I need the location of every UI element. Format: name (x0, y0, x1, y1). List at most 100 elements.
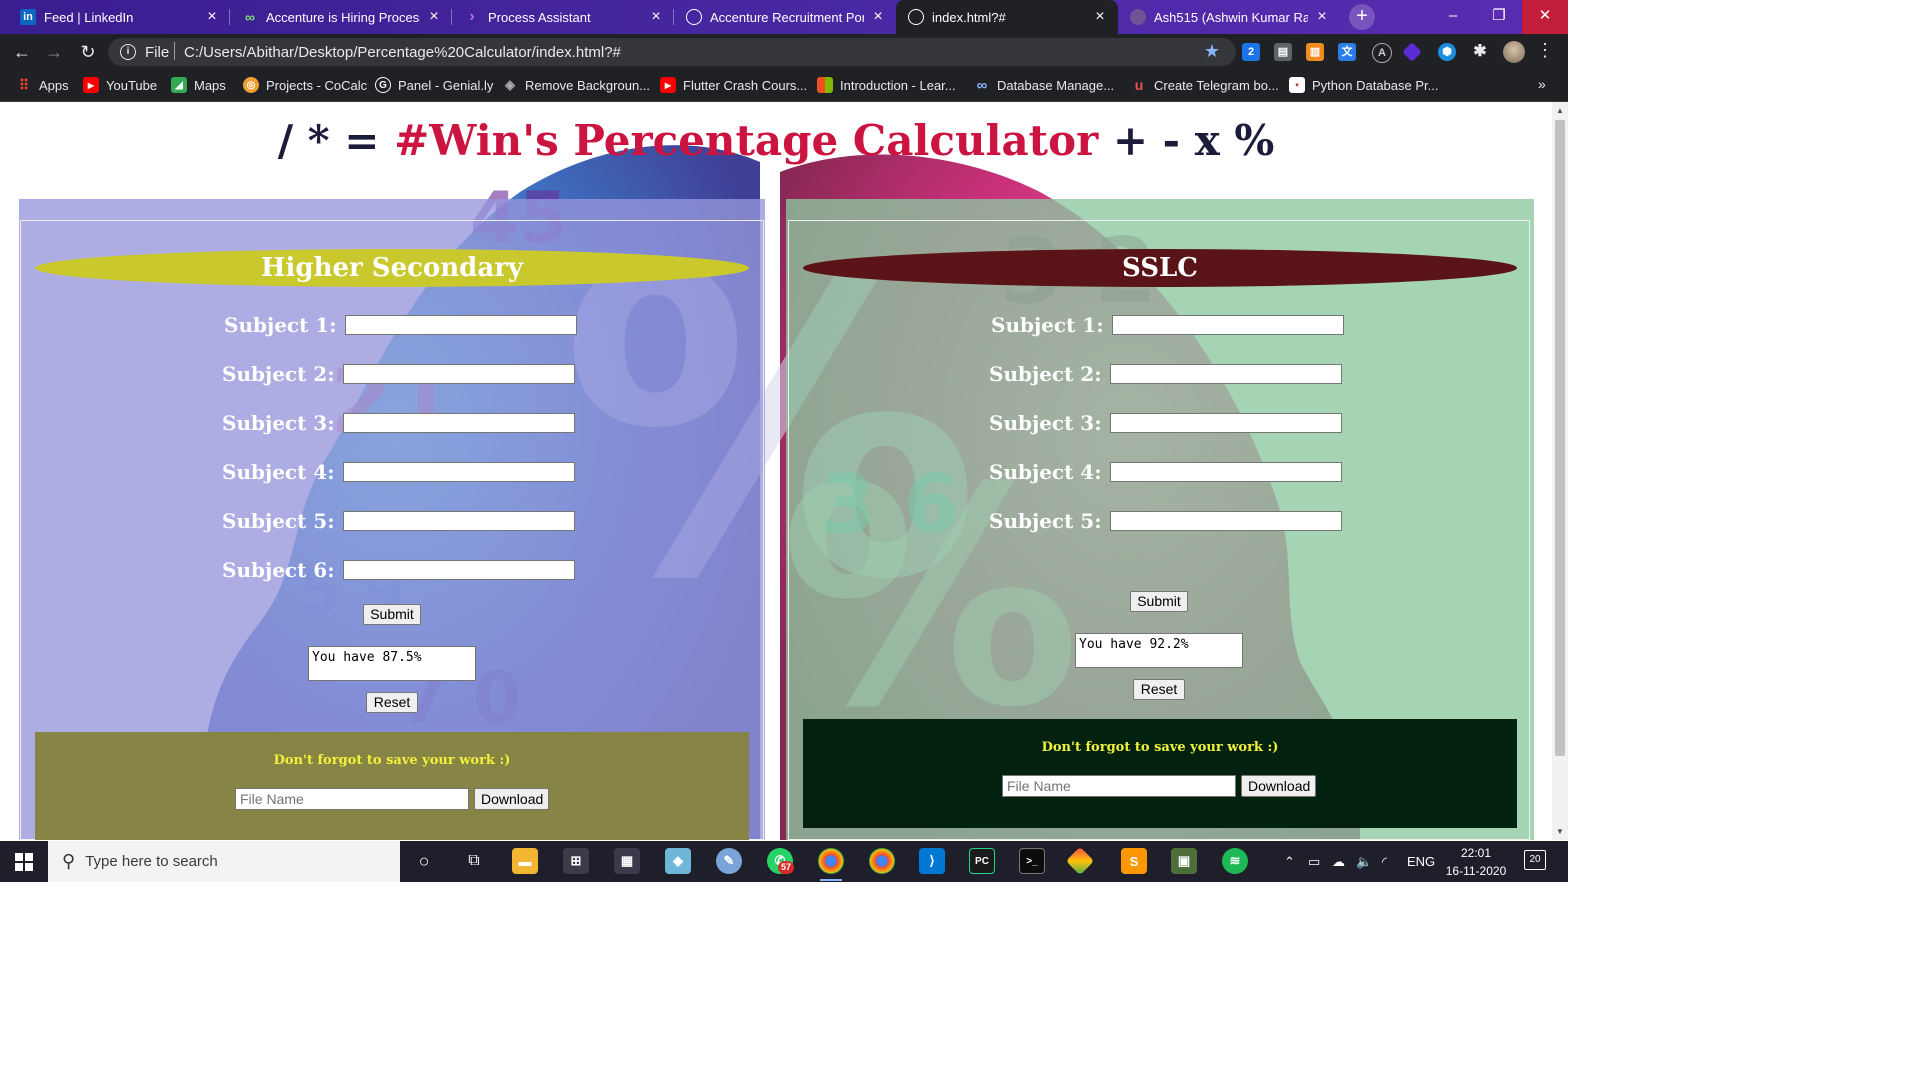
hs-subject-2-input[interactable] (342, 364, 575, 384)
hs-subject-3-input[interactable] (342, 413, 575, 433)
close-tab-icon[interactable]: × (426, 8, 442, 26)
url-text[interactable]: C:/Users/Abithar/Desktop/Percentage%20Ca… (184, 44, 621, 61)
tab-process-assistant[interactable]: › Process Assistant × (452, 0, 674, 34)
tab-github[interactable]: Ash515 (Ashwin Kumar Rama × (1118, 0, 1340, 34)
notification-center-icon[interactable]: 20 (1524, 850, 1546, 870)
vscode-icon[interactable]: ⟩ (919, 848, 945, 874)
calculator-icon[interactable]: ▦ (614, 848, 640, 874)
hs-subject-6-input[interactable] (342, 560, 575, 580)
sslc-file-name-input[interactable]: File Name (1002, 775, 1236, 797)
close-tab-icon[interactable]: × (648, 8, 664, 26)
extension-cards-icon[interactable]: ▤ (1274, 43, 1292, 61)
reload-icon[interactable]: ↻ (76, 40, 100, 64)
tab-accenture-portal[interactable]: Accenture Recruitment Porta × (674, 0, 896, 34)
bookmark-remove-bg[interactable]: ◈ Remove Backgroun... (502, 77, 650, 93)
bookmark-youtube[interactable]: ▶ YouTube (83, 77, 157, 93)
forward-arrow-icon[interactable]: → (42, 40, 66, 64)
hs-subject-4-input[interactable] (342, 462, 575, 482)
cloud-icon[interactable]: ☁ (1332, 841, 1345, 882)
store-icon[interactable]: ⊞ (563, 848, 589, 874)
sslc-submit-button[interactable]: Submit (1130, 591, 1188, 612)
taskbar-search[interactable]: ⚲ Type here to search (48, 841, 400, 882)
address-bar[interactable]: i File C:/Users/Abithar/Desktop/Percenta… (108, 38, 1236, 66)
sslc-result-textarea[interactable]: You have 92.2% (1075, 633, 1243, 668)
language-indicator[interactable]: ENG (1407, 841, 1435, 882)
tab-accenture-hiring[interactable]: ∞ Accenture is Hiring Process A × (230, 0, 452, 34)
extension-2-icon[interactable]: 2 (1242, 43, 1260, 61)
puzzle-icon[interactable]: ✱ (1471, 43, 1489, 61)
hs-submit-button[interactable]: Submit (363, 604, 421, 625)
avatar[interactable] (1503, 41, 1525, 63)
bookmark-telegram[interactable]: u Create Telegram bo... (1131, 77, 1279, 93)
tab-linkedin[interactable]: in Feed | LinkedIn × (8, 0, 230, 34)
hs-download-button[interactable]: Download (474, 788, 549, 810)
more-bookmarks-icon[interactable]: » (1538, 76, 1546, 92)
terminal-icon[interactable]: >_ (1019, 848, 1045, 874)
bookmark-python-db[interactable]: ▪ Python Database Pr... (1289, 77, 1438, 93)
show-hidden-icons[interactable]: ⌃ (1284, 841, 1295, 882)
windows-logo-icon (15, 852, 33, 871)
spotify-icon[interactable]: ≋ (1222, 848, 1248, 874)
scrollbar-thumb[interactable] (1555, 120, 1565, 756)
file-explorer-icon[interactable]: ▬ (512, 848, 538, 874)
sslc-subject-3-input[interactable] (1109, 413, 1342, 433)
sslc-download-button[interactable]: Download (1241, 775, 1316, 797)
tab-index-html[interactable]: index.html?# × (896, 0, 1118, 34)
close-tab-icon[interactable]: × (1314, 8, 1330, 26)
taskbar-clock[interactable]: 22:01 16-11-2020 (1432, 844, 1520, 880)
notes-icon[interactable]: ◆ (665, 848, 691, 874)
bookmark-cocalc[interactable]: ◎ Projects - CoCalc (243, 77, 367, 93)
close-tab-icon[interactable]: × (1092, 8, 1108, 26)
extension-diamond-icon[interactable] (1402, 42, 1422, 62)
bookmark-introduction[interactable]: Introduction - Lear... (817, 77, 956, 93)
translate-icon[interactable]: 文 (1338, 43, 1356, 61)
sslc-subject-2-input[interactable] (1109, 364, 1342, 384)
hs-subject-5-input[interactable] (342, 511, 575, 531)
sslc-reset-button[interactable]: Reset (1133, 679, 1185, 700)
extension-chart-icon[interactable]: ▥ (1306, 43, 1324, 61)
bookmark-star-icon[interactable]: ★ (1204, 41, 1220, 62)
start-button[interactable] (0, 841, 48, 882)
extension-a-icon[interactable]: A (1372, 43, 1392, 63)
info-icon[interactable]: i (120, 44, 136, 60)
menu-kebab-icon[interactable]: ⋮ (1536, 40, 1554, 61)
subject-row: Subject 2: (222, 362, 575, 386)
volume-icon[interactable]: 🔈 (1356, 841, 1372, 882)
cortana-icon[interactable]: ○ (411, 848, 437, 874)
notification-count: 20 (1529, 854, 1541, 865)
bookmark-database[interactable]: ∞ Database Manage... (974, 77, 1114, 94)
wifi-icon[interactable]: ◜ (1382, 841, 1387, 882)
paint-icon[interactable]: ✎ (716, 848, 742, 874)
close-tab-icon[interactable]: × (870, 8, 886, 26)
bookmark-maps[interactable]: ◢ Maps (171, 77, 226, 93)
chrome-profile-icon[interactable] (869, 848, 895, 874)
bookmark-genially[interactable]: G Panel - Genial.ly (375, 77, 493, 93)
bookmark-apps[interactable]: ⠿ Apps (16, 77, 69, 93)
hs-result-textarea[interactable]: You have 87.5% (308, 646, 476, 681)
new-tab-button[interactable]: + (1349, 4, 1375, 30)
pycharm-icon[interactable]: PC (969, 848, 995, 874)
close-tab-icon[interactable]: × (204, 8, 220, 26)
sublime-icon[interactable]: S (1121, 848, 1147, 874)
archive-icon[interactable]: ▣ (1171, 848, 1197, 874)
bookmark-flutter[interactable]: ▶ Flutter Crash Cours... (660, 77, 807, 93)
chrome-icon[interactable] (818, 848, 844, 881)
subject-label: Subject 6: (222, 558, 335, 582)
git-icon[interactable] (1065, 846, 1095, 876)
sslc-subject-4-input[interactable] (1109, 462, 1342, 482)
close-window-button[interactable]: ✕ (1522, 0, 1568, 34)
sslc-subject-1-input[interactable] (1111, 315, 1344, 335)
hs-reset-button[interactable]: Reset (366, 692, 418, 713)
sslc-subject-5-input[interactable] (1109, 511, 1342, 531)
hs-subject-1-input[interactable] (344, 315, 577, 335)
scroll-down-arrow-icon[interactable]: ▼ (1556, 827, 1564, 836)
page-scrollbar[interactable]: ▲ ▼ (1552, 102, 1568, 840)
task-view-icon[interactable]: ⧉ (461, 848, 487, 874)
scroll-up-arrow-icon[interactable]: ▲ (1556, 106, 1564, 115)
hs-file-name-input[interactable]: File Name (235, 788, 469, 810)
back-arrow-icon[interactable]: ← (10, 40, 34, 64)
restore-button[interactable]: ❐ (1476, 0, 1522, 34)
minimize-button[interactable]: – (1430, 0, 1476, 34)
extension-hex-icon[interactable]: ⬢ (1438, 43, 1456, 61)
battery-icon[interactable]: ▭ (1308, 841, 1320, 882)
